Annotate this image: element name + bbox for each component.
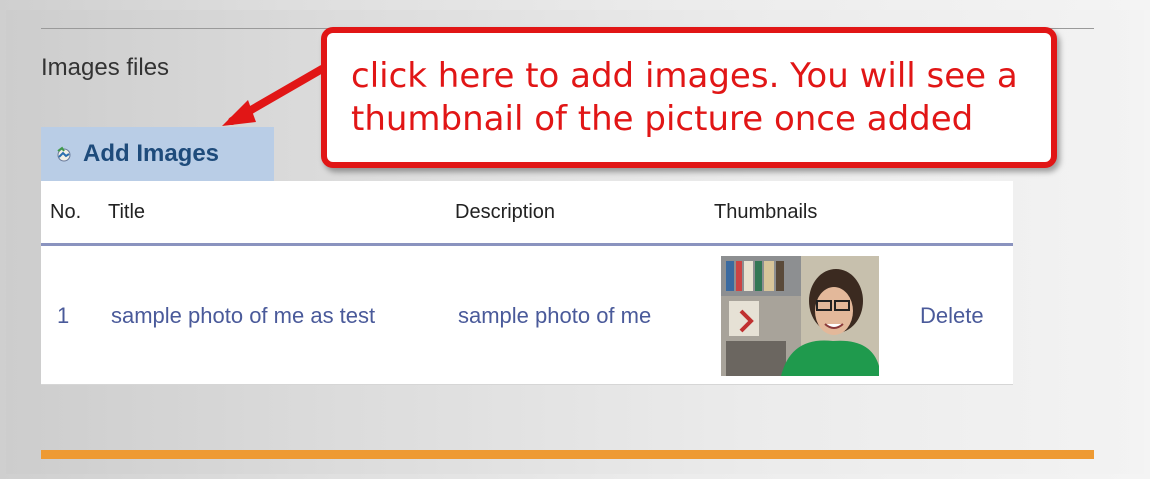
footer-bar: [41, 450, 1094, 459]
add-images-label: Add Images: [83, 140, 220, 167]
delete-link[interactable]: Delete: [920, 303, 984, 329]
add-image-icon: [55, 145, 73, 163]
instruction-callout: click here to add images. You will see a…: [321, 27, 1057, 168]
callout-text: click here to add images. You will see a…: [351, 56, 1018, 139]
thumbnail-image[interactable]: [721, 256, 879, 376]
header-title: Title: [108, 201, 146, 223]
row-number: 1: [57, 303, 70, 328]
section-title: Images files: [41, 54, 170, 81]
row-description[interactable]: sample photo of me: [458, 303, 651, 329]
header-description: Description: [455, 201, 556, 223]
table-row: 1 sample photo of me as test sample phot…: [41, 246, 1013, 384]
add-images-button[interactable]: Add Images: [41, 127, 274, 181]
images-table: No. Title Description Thumbnails 1 sampl…: [41, 181, 1013, 385]
row-title[interactable]: sample photo of me as test: [111, 303, 375, 329]
header-no: No.: [50, 201, 82, 223]
header-thumbnails: Thumbnails: [714, 201, 818, 223]
table-header: No. Title Description Thumbnails: [41, 181, 1013, 246]
